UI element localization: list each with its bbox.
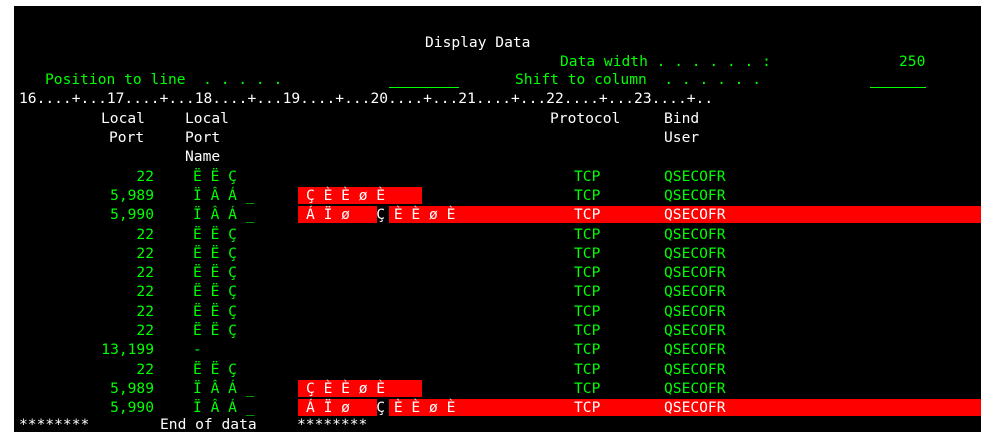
header-line-2: Port Port User [14,128,981,147]
row-protocol: TCP [574,264,601,281]
row-port: 5,990 [110,206,154,223]
shift-to-column-input[interactable] [870,70,926,88]
row-protocol: TCP [574,245,601,262]
row-protocol: TCP [574,303,601,320]
table-row: 22 Ë Ë Ç TCP QSECOFR [14,321,981,340]
data-width-line: Data width . . . . . . : 250 [14,52,981,71]
row-port: 22 [136,245,154,262]
row-name: Ë Ë Ç [193,283,237,300]
row-user: QSECOFR [664,303,726,320]
shift-to-column-label: Shift to column . . . . . . [515,71,762,88]
header-protocol: Protocol [550,110,621,127]
table-row: 22 Ë Ë Ç TCP QSECOFR [14,282,981,301]
row-name: Ë Ë Ç [193,322,237,339]
row-protocol: TCP [574,361,601,378]
row-user: QSECOFR [664,187,726,204]
footer-line: ******** End of data ******** [14,415,981,432]
row-user: QSECOFR [664,226,726,243]
row-extra: Ç È È ø È [306,187,386,204]
row-user: QSECOFR [664,206,726,223]
row-protocol: TCP [574,168,601,185]
header-local-port-name: Name [185,148,221,165]
row-user: QSECOFR [664,341,726,358]
position-to-line-label: Position to line . . . . . [45,71,283,88]
table-row: 5,990 Ï Â Á _ Á Ï ø Ç È È ø È TCP QSECOF… [14,205,981,224]
row-name: Ï Â Á _ [193,206,255,223]
table-row: 22 Ë Ë Ç TCP QSECOFR [14,263,981,282]
row-port: 22 [136,283,154,300]
table-row: 22 Ë Ë Ç TCP QSECOFR [14,225,981,244]
row-port: 22 [136,168,154,185]
row-port: 22 [136,226,154,243]
screen-title: Display Data [425,34,531,51]
row-user: QSECOFR [664,380,726,397]
end-of-data-label: End of data [160,416,257,432]
header-local-port-name: Port [185,129,221,146]
row-port: 22 [136,322,154,339]
header-local-port: Local [101,110,145,127]
row-port: 22 [136,361,154,378]
column-ruler-line: 16....+...17....+...18....+...19....+...… [14,89,981,108]
table-row: 22 Ë Ë Ç TCP QSECOFR [14,302,981,321]
row-protocol: TCP [574,226,601,243]
data-width-label: Data width . . . . . . : [560,53,771,70]
row-user: QSECOFR [664,322,726,339]
table-row: 22 Ë Ë Ç TCP QSECOFR [14,244,981,263]
row-port: 22 [136,303,154,320]
table-row: 13,199 - TCP QSECOFR [14,340,981,359]
table-row: 5,989 Ï Â Á _ Ç È È ø È TCP QSECOFR [14,379,981,398]
terminal-screen: Display Data Data width . . . . . . : 25… [14,6,981,432]
row-name: Ï Â Á _ [193,380,255,397]
row-protocol: TCP [574,187,601,204]
row-name: Ë Ë Ç [193,168,237,185]
controls-line: Position to line . . . . . Shift to colu… [14,70,981,89]
header-line-1: Local Local Protocol Bind [14,109,981,128]
data-width-value: 250 [899,53,926,70]
row-name: Ë Ë Ç [193,245,237,262]
table-row: 22 Ë Ë Ç TCP QSECOFR [14,360,981,379]
table-row: 5,989 Ï Â Á _ Ç È È ø È TCP QSECOFR [14,186,981,205]
footer-stars-left: ******** [19,416,90,432]
row-user: QSECOFR [664,168,726,185]
row-protocol: TCP [574,206,601,223]
footer-stars-right: ******** [297,416,368,432]
column-ruler: 16....+...17....+...18....+...19....+...… [19,90,714,107]
row-protocol: TCP [574,380,601,397]
table-row: 22 Ë Ë Ç TCP QSECOFR [14,167,981,186]
header-bind-user: User [664,129,700,146]
header-bind-user: Bind [664,110,700,127]
header-local-port-name: Local [185,110,229,127]
row-protocol: TCP [574,322,601,339]
row-port: 5,989 [110,380,154,397]
row-name: Ë Ë Ç [193,303,237,320]
row-name: - [193,341,202,358]
row-user: QSECOFR [664,283,726,300]
row-port: 13,199 [101,341,154,358]
row-extra: Ç È È ø È [306,380,386,397]
row-protocol: TCP [574,283,601,300]
row-extra: Á Ï ø Ç È È ø È [306,206,456,223]
row-user: QSECOFR [664,361,726,378]
row-protocol: TCP [574,341,601,358]
row-name: Ë Ë Ç [193,264,237,281]
header-line-3: Name [14,147,981,166]
header-local-port: Port [109,129,145,146]
row-user: QSECOFR [664,245,726,262]
row-name: Ë Ë Ç [193,226,237,243]
row-name: Ï Â Á _ [193,187,255,204]
row-port: 5,989 [110,187,154,204]
row-user: QSECOFR [664,264,726,281]
position-to-line-input[interactable] [389,70,459,88]
row-name: Ë Ë Ç [193,361,237,378]
title-line: Display Data [14,33,981,52]
row-port: 22 [136,264,154,281]
